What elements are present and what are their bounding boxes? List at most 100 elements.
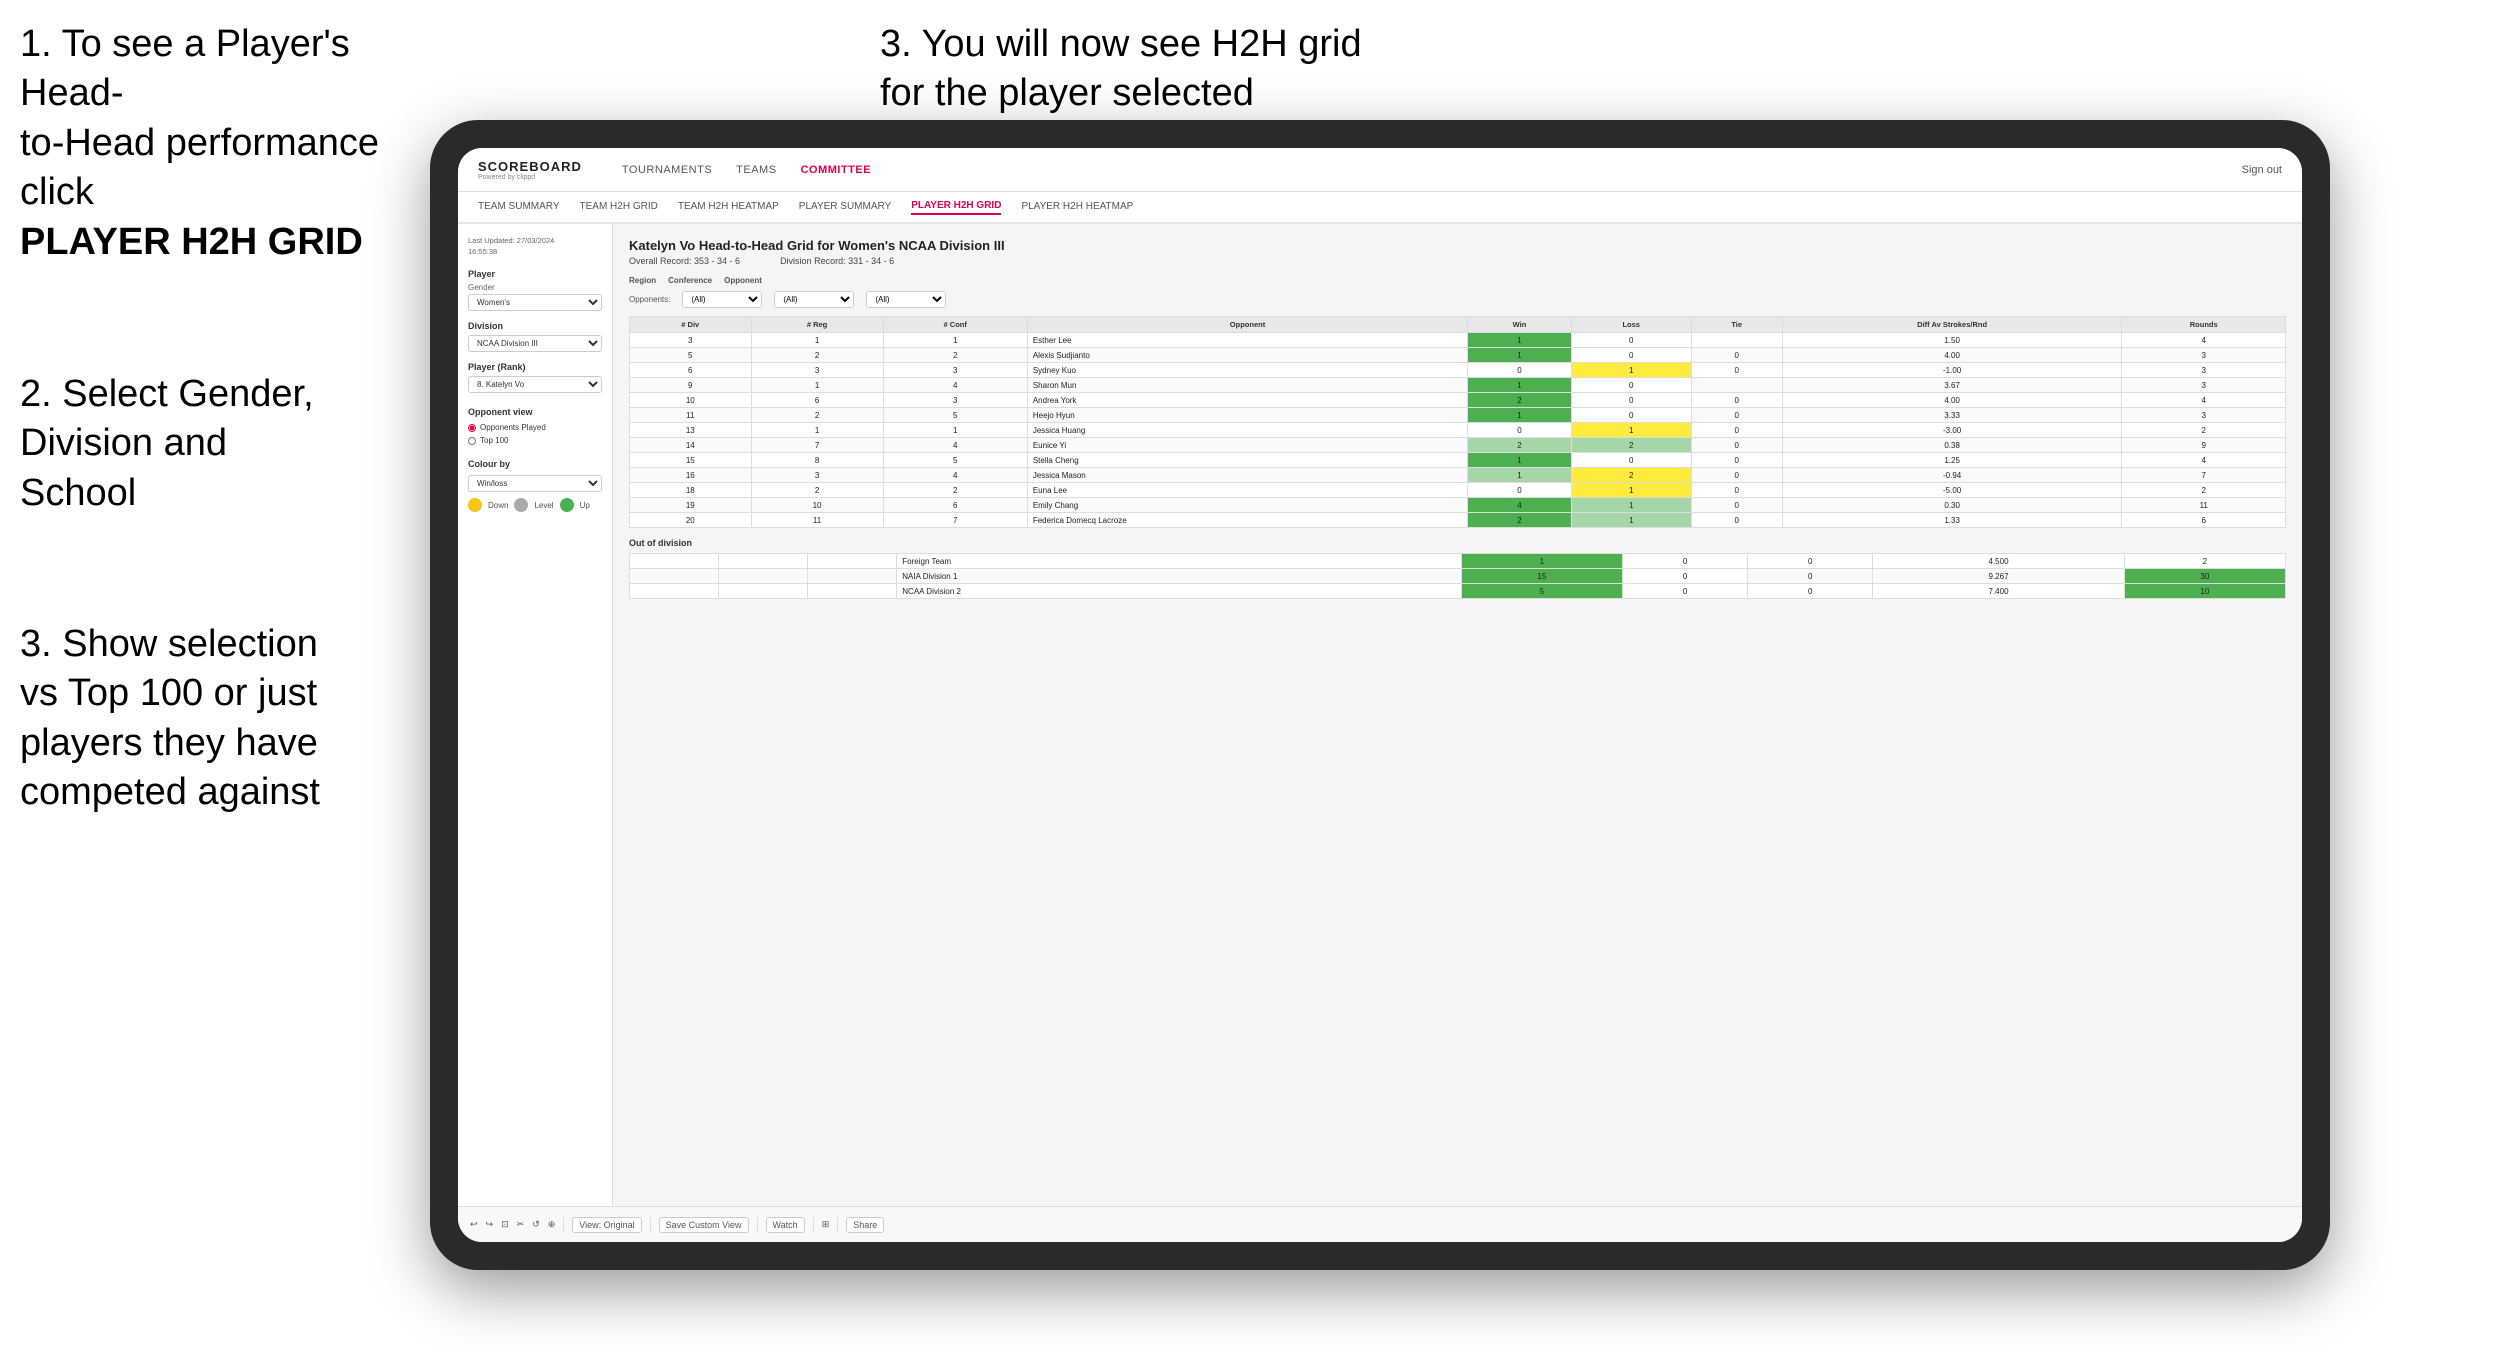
radio-top100[interactable]: Top 100	[468, 436, 602, 445]
table-cell: 2	[2122, 423, 2286, 438]
filter-opponent-select[interactable]: (All)	[866, 291, 946, 308]
table-cell: 3	[2122, 348, 2286, 363]
table-cell: Jessica Mason	[1027, 468, 1467, 483]
sidebar-player-select[interactable]: 8. Katelyn Vo	[468, 376, 602, 393]
table-row: 914Sharon Mun103.673	[630, 378, 2286, 393]
ipad-screen: SCOREBOARD Powered by clippd TOURNAMENTS…	[458, 148, 2302, 1242]
table-cell: 2	[883, 348, 1027, 363]
sidebar-player-rank-label: Player (Rank)	[468, 362, 602, 372]
watch-btn[interactable]: Watch	[766, 1217, 805, 1233]
table-cell: 0	[1468, 483, 1572, 498]
out-table-cell	[630, 554, 719, 569]
out-table-cell	[808, 569, 897, 584]
division-record: Division Record: 331 - 34 - 6	[780, 256, 894, 266]
view-original-btn[interactable]: View: Original	[572, 1217, 641, 1233]
th-rounds: Rounds	[2122, 317, 2286, 333]
sign-out[interactable]: Sign out	[2242, 164, 2282, 176]
toolbar-icon2[interactable]: ✂	[517, 1219, 525, 1230]
table-cell: 1	[751, 333, 883, 348]
nav-tournaments[interactable]: TOURNAMENTS	[622, 164, 712, 176]
sub-nav-player-h2h-grid[interactable]: PLAYER H2H GRID	[911, 200, 1001, 215]
table-cell: 0	[1468, 423, 1572, 438]
sidebar-player-label: Player	[468, 269, 602, 279]
out-table-cell: NCAA Division 2	[897, 584, 1461, 599]
conference-label: Conference	[668, 276, 712, 285]
table-cell: 3.33	[1782, 408, 2122, 423]
out-table-cell: 7.400	[1873, 584, 2124, 599]
redo-icon[interactable]: ↪	[486, 1219, 494, 1230]
table-cell: 1	[883, 333, 1027, 348]
sub-nav-team-summary[interactable]: TEAM SUMMARY	[478, 201, 560, 214]
table-cell: 4.00	[1782, 348, 2122, 363]
table-cell: 11	[751, 513, 883, 528]
out-table-cell	[630, 584, 719, 599]
table-row: 1585Stella Cheng1001.254	[630, 453, 2286, 468]
filter-conference-select[interactable]: (All)	[774, 291, 854, 308]
table-cell: Sydney Kuo	[1027, 363, 1467, 378]
table-cell: 0	[1571, 408, 1691, 423]
sub-nav-team-h2h-grid[interactable]: TEAM H2H GRID	[580, 201, 658, 214]
toolbar-icon5[interactable]: ⊞	[822, 1219, 830, 1230]
colour-by-select[interactable]: Win/loss	[468, 475, 602, 492]
table-cell: 0	[1691, 363, 1782, 378]
sub-nav-player-heatmap[interactable]: PLAYER H2H HEATMAP	[1021, 201, 1133, 214]
sidebar-division-label: Division	[468, 321, 602, 331]
table-cell: 1.33	[1782, 513, 2122, 528]
table-cell: 0.30	[1782, 498, 2122, 513]
table-cell: 5	[883, 453, 1027, 468]
table-cell: 5	[883, 408, 1027, 423]
table-cell: 0	[1691, 498, 1782, 513]
table-cell: 1.25	[1782, 453, 2122, 468]
table-cell: 2	[751, 408, 883, 423]
table-cell: 4	[883, 378, 1027, 393]
table-cell: 2	[883, 483, 1027, 498]
toolbar-icon1[interactable]: ⊡	[501, 1219, 509, 1230]
share-btn[interactable]: Share	[846, 1217, 884, 1233]
sidebar-gender-select[interactable]: Women's Men's	[468, 294, 602, 311]
nav-committee[interactable]: COMMITTEE	[801, 164, 872, 176]
table-cell: 1	[883, 423, 1027, 438]
table-cell: 3	[751, 363, 883, 378]
table-cell: 0	[1571, 378, 1691, 393]
save-custom-btn[interactable]: Save Custom View	[659, 1217, 749, 1233]
table-row: 1474Eunice Yi2200.389	[630, 438, 2286, 453]
table-cell: 4	[2122, 453, 2286, 468]
table-cell: 1	[1571, 498, 1691, 513]
th-div: # Div	[630, 317, 752, 333]
toolbar-icon4[interactable]: ⊕	[548, 1219, 556, 1230]
table-cell: 7	[2122, 468, 2286, 483]
toolbar-icon3[interactable]: ↺	[532, 1219, 540, 1230]
sub-nav-player-summary[interactable]: PLAYER SUMMARY	[799, 201, 891, 214]
out-table-row: NAIA Division 115009.26730	[630, 569, 2286, 584]
instruction-step2: 2. Select Gender,Division andSchool	[20, 370, 314, 518]
table-cell	[1691, 378, 1782, 393]
table-cell: Eunice Yi	[1027, 438, 1467, 453]
out-table-cell	[808, 584, 897, 599]
table-cell: 1	[1571, 483, 1691, 498]
table-cell: 0	[1691, 408, 1782, 423]
main-content: Last Updated: 27/03/202416:55:38 Player …	[458, 224, 2302, 1242]
toolbar-divider1	[563, 1217, 564, 1233]
table-cell: Euna Lee	[1027, 483, 1467, 498]
out-table-cell: 10	[2124, 584, 2285, 599]
radio-opponents-played[interactable]: Opponents Played	[468, 423, 602, 432]
table-cell: 4	[883, 438, 1027, 453]
logo-area: SCOREBOARD Powered by clippd	[478, 159, 582, 181]
filter-region-select[interactable]: (All)	[682, 291, 762, 308]
table-cell: -0.94	[1782, 468, 2122, 483]
nav-teams[interactable]: TEAMS	[736, 164, 776, 176]
table-cell: 6	[883, 498, 1027, 513]
legend-down-dot	[468, 498, 482, 512]
table-cell: 13	[630, 423, 752, 438]
table-cell: 1	[1468, 453, 1572, 468]
out-table-body: Foreign Team1004.5002NAIA Division 11500…	[630, 554, 2286, 599]
sidebar-division-select[interactable]: NCAA Division III NCAA Division I NCAA D…	[468, 335, 602, 352]
radio-group: Opponents Played Top 100	[468, 423, 602, 445]
sub-nav-team-heatmap[interactable]: TEAM H2H HEATMAP	[678, 201, 779, 214]
content-panel: Katelyn Vo Head-to-Head Grid for Women's…	[613, 224, 2302, 1242]
legend-level-label: Level	[534, 501, 553, 510]
filter-opponent: Opponent	[724, 276, 762, 285]
undo-icon[interactable]: ↩	[470, 1219, 478, 1230]
out-table-cell: 0	[1623, 584, 1748, 599]
table-cell: 0	[1571, 348, 1691, 363]
